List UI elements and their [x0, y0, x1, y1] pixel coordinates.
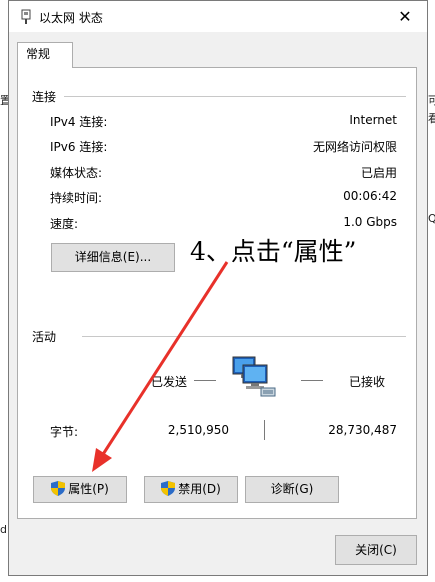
media-state-value: 已启用 — [360, 166, 397, 180]
speed-value: 1.0 Gbps — [343, 215, 397, 229]
activity-heading: 活动 — [32, 330, 57, 344]
network-activity-icon — [231, 355, 281, 404]
bytes-label: 字节: — [50, 425, 79, 439]
background-text-fragment: Q — [428, 212, 435, 225]
instruction-annotation: 4、点击“属性” — [190, 237, 357, 266]
properties-button-label: 属性(P) — [68, 482, 109, 496]
window-title: 以太网 状态 — [39, 11, 103, 25]
network-adapter-icon — [19, 9, 33, 28]
diagnose-button[interactable]: 诊断(G) — [245, 476, 339, 503]
disable-button[interactable]: 禁用(D) — [144, 476, 238, 503]
duration-value: 00:06:42 — [343, 189, 397, 203]
disable-button-label: 禁用(D) — [178, 482, 221, 496]
close-window-button[interactable]: ✕ — [383, 1, 427, 32]
background-text-fragment: 可 — [428, 94, 435, 107]
received-connector-line — [301, 380, 323, 381]
ipv4-value: Internet — [349, 113, 397, 127]
connection-heading: 连接 — [32, 90, 57, 104]
speed-label: 速度: — [50, 217, 79, 231]
uac-shield-icon — [161, 480, 176, 505]
ipv4-label: IPv4 连接: — [50, 115, 108, 129]
ethernet-status-dialog: 以太网 状态 ✕ 常规 连接 IPv4 连接: Internet IPv6 连接… — [8, 0, 428, 576]
media-state-label: 媒体状态: — [50, 166, 103, 180]
sent-connector-line — [194, 380, 216, 381]
sent-label: 已发送 — [151, 375, 188, 389]
bytes-received-value: 28,730,487 — [328, 423, 397, 437]
close-button[interactable]: 关闭(C) — [335, 535, 417, 565]
general-panel: 连接 IPv4 连接: Internet IPv6 连接: 无网络访问权限 媒体… — [17, 67, 417, 519]
background-text-fragment: d — [0, 523, 7, 536]
divider — [64, 96, 406, 97]
tab-general[interactable]: 常规 — [17, 42, 73, 68]
title-bar[interactable]: 以太网 状态 ✕ — [9, 1, 427, 32]
divider — [82, 336, 406, 337]
background-text-fragment: 看 — [428, 112, 435, 125]
uac-shield-icon — [51, 480, 66, 505]
bytes-sent-value: 2,510,950 — [167, 423, 229, 437]
bytes-separator — [264, 420, 265, 440]
ipv6-value: 无网络访问权限 — [312, 140, 397, 154]
details-button[interactable]: 详细信息(E)... — [51, 243, 175, 272]
ipv6-label: IPv6 连接: — [50, 140, 108, 154]
properties-button[interactable]: 属性(P) — [33, 476, 127, 503]
received-label: 已接收 — [349, 375, 386, 389]
duration-label: 持续时间: — [50, 191, 103, 205]
